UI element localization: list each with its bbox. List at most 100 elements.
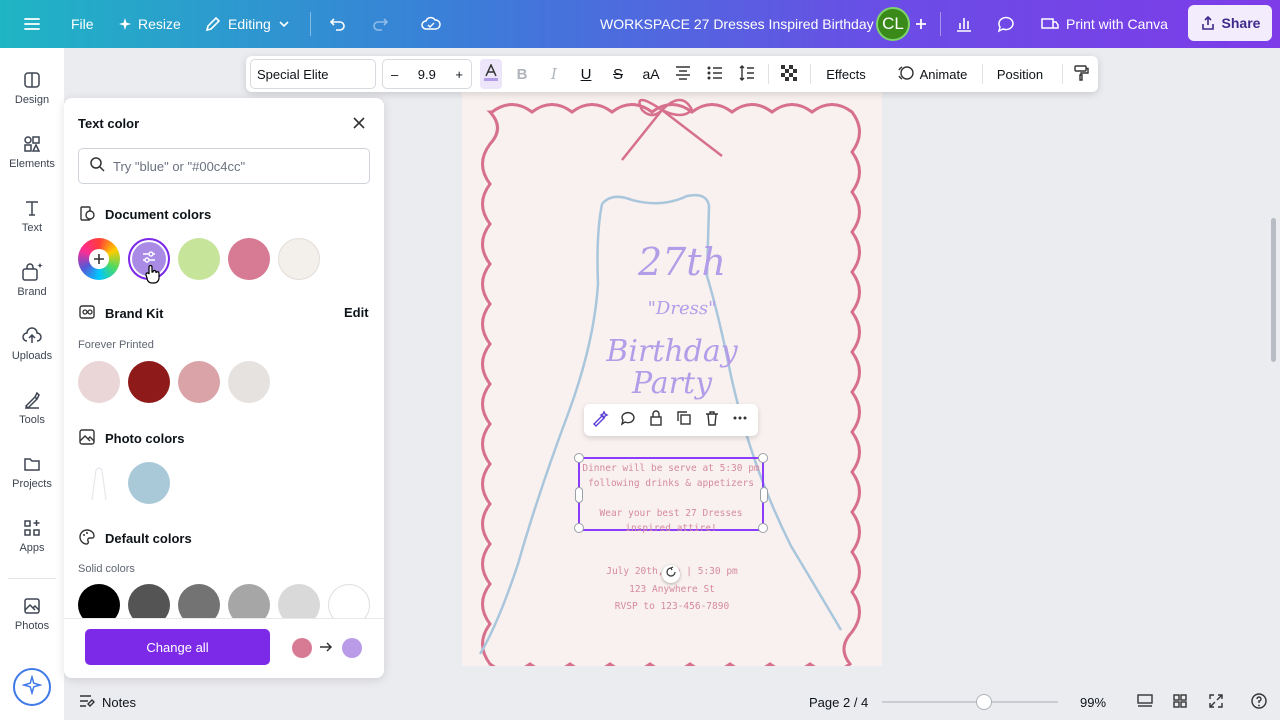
more-options-button[interactable] xyxy=(730,410,750,430)
cloud-save-status[interactable] xyxy=(420,0,442,48)
avatar[interactable]: CL xyxy=(876,7,910,41)
rotate-handle[interactable] xyxy=(662,565,680,583)
editing-mode-dropdown[interactable]: Editing xyxy=(204,0,291,48)
change-all-button[interactable]: Change all xyxy=(85,629,270,665)
align-button[interactable] xyxy=(672,56,694,92)
side-handle[interactable] xyxy=(575,487,583,503)
font-family-select[interactable]: Special Elite xyxy=(250,59,376,89)
panel-title: Text color xyxy=(78,116,140,131)
edit-brand-kit-link[interactable]: Edit xyxy=(344,305,369,320)
menu-button[interactable] xyxy=(22,0,42,48)
title-party[interactable]: Party xyxy=(602,366,742,401)
title-birthday[interactable]: Birthday xyxy=(582,334,762,369)
rotate-icon xyxy=(665,565,677,583)
color-search-input[interactable] xyxy=(113,158,353,174)
panel-footer: Change all xyxy=(64,618,384,678)
sidebar-item-uploads[interactable]: Uploads xyxy=(0,326,64,362)
brand-color-swatch[interactable] xyxy=(228,361,270,403)
position-label: Position xyxy=(996,66,1044,82)
grid-view-button[interactable] xyxy=(1172,684,1188,720)
add-comment-button[interactable] xyxy=(618,410,638,430)
element-context-toolbar xyxy=(584,404,758,436)
comments-button[interactable] xyxy=(996,0,1016,48)
copy-style-button[interactable] xyxy=(1070,56,1092,92)
resize-handle[interactable] xyxy=(758,453,768,463)
photo-thumbnail[interactable] xyxy=(78,462,120,504)
zoom-slider-thumb[interactable] xyxy=(976,694,992,710)
bold-icon: B xyxy=(516,65,528,83)
position-button[interactable]: Position xyxy=(992,56,1048,92)
footer-rsvp[interactable]: RVSP to 123-456-7890 xyxy=(572,601,772,612)
photo-color-swatch[interactable] xyxy=(128,462,170,504)
lock-button[interactable] xyxy=(646,409,666,430)
zoom-slider-track[interactable] xyxy=(882,701,1058,703)
brand-color-swatch[interactable] xyxy=(178,361,220,403)
effects-button[interactable]: Effects xyxy=(820,56,872,92)
page-indicator[interactable]: Page 2 / 4 xyxy=(809,684,868,720)
sidebar-item-projects[interactable]: Projects xyxy=(0,454,64,490)
side-handle[interactable] xyxy=(760,487,768,503)
sidebar-item-brand[interactable]: Brand xyxy=(0,262,64,298)
title-27th[interactable]: 27th xyxy=(612,240,752,284)
case-button[interactable]: aA xyxy=(640,56,662,92)
footer-address[interactable]: 123 Anywhere St xyxy=(572,584,772,595)
sidebar-item-photos[interactable]: Photos xyxy=(0,596,64,632)
print-with-canva-button[interactable]: Print with Canva xyxy=(1040,0,1168,48)
document-color-swatch[interactable] xyxy=(178,238,220,280)
text-formatting-toolbar: Special Elite – 9.9 + B I U S aA Effects… xyxy=(246,56,1098,92)
pages-view-button[interactable] xyxy=(1136,684,1154,720)
magic-write-button[interactable] xyxy=(590,409,610,430)
document-color-swatch[interactable] xyxy=(228,238,270,280)
brand-color-swatch[interactable] xyxy=(78,361,120,403)
resize-button[interactable]: Resize xyxy=(118,0,181,48)
document-color-swatch[interactable] xyxy=(278,238,320,280)
resize-handle[interactable] xyxy=(574,453,584,463)
text-icon xyxy=(22,198,42,218)
image-icon xyxy=(78,428,96,449)
resize-handle[interactable] xyxy=(574,523,584,533)
add-collaborator-button[interactable] xyxy=(914,0,928,48)
editing-label: Editing xyxy=(228,16,271,32)
vertical-scrollbar[interactable] xyxy=(1271,218,1276,362)
document-title[interactable]: WORKSPACE 27 Dresses Inspired Birthday xyxy=(600,0,874,48)
sidebar-item-apps[interactable]: Apps xyxy=(0,518,64,554)
strikethrough-button[interactable]: S xyxy=(608,56,628,92)
delete-button[interactable] xyxy=(702,410,722,430)
fullscreen-button[interactable] xyxy=(1208,684,1224,720)
help-button[interactable] xyxy=(1250,684,1268,720)
sidebar-item-tools[interactable]: Tools xyxy=(0,390,64,426)
share-button[interactable]: Share xyxy=(1188,5,1272,41)
redo-button[interactable] xyxy=(370,0,390,48)
spacing-button[interactable] xyxy=(736,56,758,92)
zoom-level[interactable]: 99% xyxy=(1080,684,1106,720)
underline-button[interactable]: U xyxy=(576,56,596,92)
sidebar-item-text[interactable]: Text xyxy=(0,198,64,234)
list-button[interactable] xyxy=(704,56,726,92)
selected-text-box[interactable]: Dinner will be serve at 5:30 pm followin… xyxy=(574,453,768,534)
insights-button[interactable] xyxy=(954,0,974,48)
hamburger-icon xyxy=(22,14,42,34)
font-size-value[interactable]: 9.9 xyxy=(418,67,436,82)
brand-color-swatch[interactable] xyxy=(128,361,170,403)
duplicate-button[interactable] xyxy=(674,410,694,430)
bullet-list-icon xyxy=(706,65,724,84)
text-color-button[interactable] xyxy=(480,59,502,89)
undo-icon xyxy=(328,14,348,34)
font-size-increase[interactable]: + xyxy=(455,67,463,82)
italic-button[interactable]: I xyxy=(544,56,564,92)
magic-assistant-button[interactable] xyxy=(13,668,51,706)
sidebar-item-design[interactable]: Design xyxy=(0,70,64,106)
file-menu[interactable]: File xyxy=(71,0,94,48)
design-page[interactable]: 27th "Dress" Birthday Party Dinner will … xyxy=(462,92,882,666)
font-size-decrease[interactable]: – xyxy=(391,67,398,82)
undo-button[interactable] xyxy=(328,0,348,48)
sidebar-item-elements[interactable]: Elements xyxy=(0,134,64,170)
transparency-button[interactable] xyxy=(778,56,800,92)
title-dress[interactable]: "Dress" xyxy=(612,298,752,319)
bold-button[interactable]: B xyxy=(512,56,532,92)
resize-handle[interactable] xyxy=(758,523,768,533)
close-panel-button[interactable] xyxy=(348,114,370,136)
notes-button[interactable]: Notes xyxy=(78,684,136,720)
add-color-swatch[interactable] xyxy=(78,238,120,280)
animate-button[interactable]: Animate xyxy=(892,56,972,92)
